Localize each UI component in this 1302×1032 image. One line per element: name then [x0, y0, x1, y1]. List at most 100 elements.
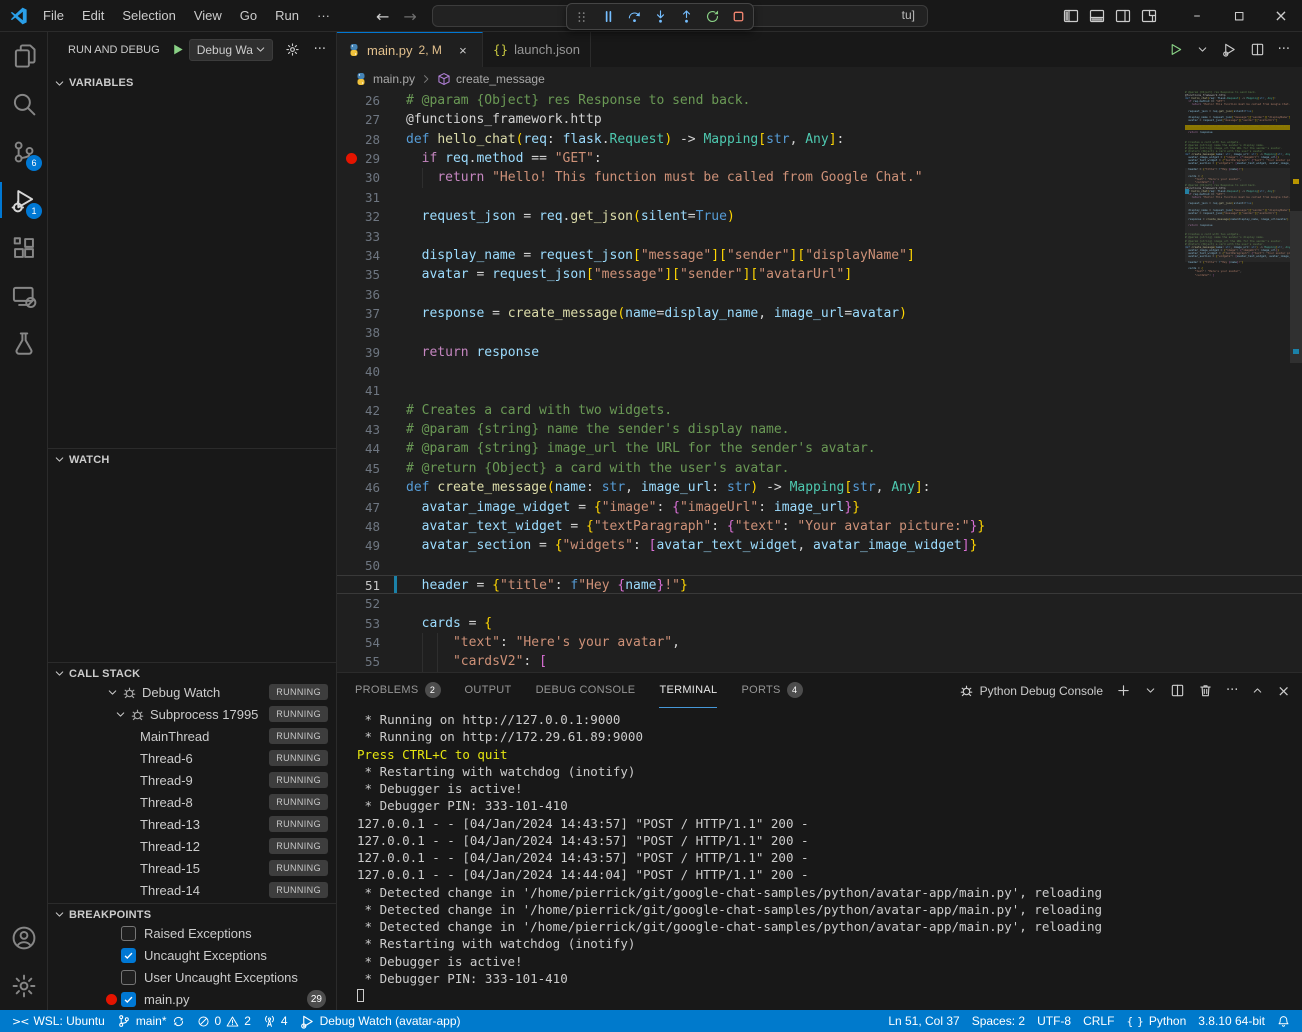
panel-tab-ports[interactable]: PORTS4: [741, 673, 802, 708]
callstack-row[interactable]: Thread-15RUNNING: [48, 857, 336, 879]
tab-launch-json[interactable]: {}launch.json: [483, 32, 591, 67]
callstack-row[interactable]: Subprocess 17995RUNNING: [48, 703, 336, 725]
arrow-right-icon[interactable]: →: [403, 7, 416, 26]
pause-button[interactable]: [596, 5, 620, 28]
tab-main-py[interactable]: main.py2, M×: [337, 32, 483, 67]
code-line-39[interactable]: 39 return response: [337, 343, 1302, 362]
code-line-45[interactable]: 45# @return {Object} a card with the use…: [337, 459, 1302, 478]
plus-icon[interactable]: [1116, 683, 1131, 698]
trash-icon[interactable]: [1198, 683, 1213, 698]
chevron-up-icon[interactable]: [1251, 684, 1264, 697]
callstack-row[interactable]: Thread-6RUNNING: [48, 747, 336, 769]
menu-go[interactable]: Go: [231, 4, 266, 28]
activity-source-control[interactable]: 6: [0, 128, 47, 176]
variables-section-header[interactable]: VARIABLES: [48, 72, 336, 94]
code-line-29[interactable]: 29 if req.method == "GET":: [337, 149, 1302, 168]
window-minimize-button[interactable]: –: [1176, 0, 1218, 32]
callstack-row[interactable]: Thread-14RUNNING: [48, 879, 336, 901]
breakpoint-checkbox[interactable]: [121, 948, 136, 963]
step-into-button[interactable]: [648, 5, 672, 28]
code-line-35[interactable]: 35 avatar = request_json["message"]["sen…: [337, 265, 1302, 284]
menu-selection[interactable]: Selection: [113, 4, 184, 28]
terminal-output[interactable]: * Running on http://127.0.0.1:9000 * Run…: [357, 711, 1288, 1010]
code-line-33[interactable]: 33: [337, 227, 1302, 246]
callstack-row[interactable]: Thread-12RUNNING: [48, 835, 336, 857]
restart-button[interactable]: [700, 5, 724, 28]
activity-debug[interactable]: 1: [0, 176, 47, 224]
code-line-34[interactable]: 34 display_name = request_json["message"…: [337, 246, 1302, 265]
code-line-44[interactable]: 44# @param {string} image_url the URL fo…: [337, 439, 1302, 458]
code-line-43[interactable]: 43# @param {string} name the sender's di…: [337, 420, 1302, 439]
breakpoint-checkbox[interactable]: [121, 970, 136, 985]
status-python[interactable]: { }Python: [1120, 1010, 1192, 1032]
breadcrumb-item[interactable]: create_message: [456, 72, 545, 86]
window-close-button[interactable]: ×: [1260, 0, 1302, 32]
ellipsis-icon[interactable]: ···: [1278, 42, 1290, 57]
status-debug-watch-avatar-app[interactable]: Debug Watch (avatar-app): [294, 1010, 467, 1032]
layout-sidebar-toggle[interactable]: [1058, 0, 1084, 32]
close-x-icon[interactable]: ×: [1277, 682, 1290, 700]
panel-tab-terminal[interactable]: TERMINAL: [659, 673, 717, 708]
code-line-52[interactable]: 52: [337, 594, 1302, 613]
code-line-36[interactable]: 36: [337, 285, 1302, 304]
code-line-53[interactable]: 53 cards = {: [337, 614, 1302, 633]
step-out-button[interactable]: [674, 5, 698, 28]
breakpoint-row[interactable]: Uncaught Exceptions: [48, 944, 336, 966]
layout-panel-toggle[interactable]: [1084, 0, 1110, 32]
callstack-row[interactable]: Thread-13RUNNING: [48, 813, 336, 835]
activity-extensions[interactable]: [0, 224, 47, 272]
code-line-49[interactable]: 49 avatar_section = {"widgets": [avatar_…: [337, 536, 1302, 555]
status-spaces-2[interactable]: Spaces: 2: [966, 1010, 1031, 1032]
code-line-41[interactable]: 41: [337, 381, 1302, 400]
menu-[interactable]: ···: [308, 4, 339, 28]
activity-files[interactable]: [0, 32, 47, 80]
chevron-down-icon[interactable]: [1196, 43, 1209, 56]
menu-edit[interactable]: Edit: [73, 4, 113, 28]
window-maximize-button[interactable]: [1218, 0, 1260, 32]
activity-search[interactable]: [0, 80, 47, 128]
minimap[interactable]: # @param {Object} res Response to send b…: [1185, 91, 1290, 672]
breadcrumb-item[interactable]: main.py: [373, 72, 415, 86]
breadcrumb[interactable]: main.py create_message: [337, 67, 1302, 91]
activity-testing[interactable]: [0, 320, 47, 368]
panel-tab-output[interactable]: OUTPUT: [465, 673, 512, 708]
status-utf-8[interactable]: UTF-8: [1031, 1010, 1077, 1032]
debug-config-dropdown[interactable]: Debug Wa: [189, 39, 273, 61]
code-editor[interactable]: 26# @param {Object} res Response to send…: [337, 91, 1302, 672]
callstack-row[interactable]: Thread-9RUNNING: [48, 769, 336, 791]
grip-button[interactable]: [570, 5, 594, 28]
terminal-session-select[interactable]: Python Debug Console: [959, 683, 1103, 698]
panel-tab-problems[interactable]: PROBLEMS2: [355, 673, 441, 708]
breakpoint-row[interactable]: User Uncaught Exceptions: [48, 966, 336, 988]
code-line-47[interactable]: 47 avatar_image_widget = {"image": {"ima…: [337, 498, 1302, 517]
code-line-30[interactable]: 30 return "Hello! This function must be …: [337, 168, 1302, 187]
code-line-54[interactable]: 54 "text": "Here's your avatar",: [337, 633, 1302, 652]
status-0[interactable]: 02: [191, 1010, 257, 1032]
scrollbar-slider[interactable]: [1290, 211, 1302, 363]
code-line-31[interactable]: 31: [337, 188, 1302, 207]
ellipsis-icon[interactable]: ···: [1226, 683, 1238, 698]
code-line-38[interactable]: 38: [337, 323, 1302, 342]
activity-settings[interactable]: [0, 962, 47, 1010]
code-line-48[interactable]: 48 avatar_text_widget = {"textParagraph"…: [337, 517, 1302, 536]
code-line-51[interactable]: 51 header = {"title": f"Hey {name}!"}: [337, 575, 1302, 594]
debug-alt-icon[interactable]: [1222, 42, 1237, 57]
scrollbar[interactable]: [1290, 91, 1302, 672]
status-bell[interactable]: [1271, 1010, 1296, 1032]
close-tab-icon[interactable]: ×: [454, 41, 472, 59]
activity-remote[interactable]: [0, 272, 47, 320]
code-line-50[interactable]: 50: [337, 556, 1302, 575]
activity-account[interactable]: [0, 914, 47, 962]
code-line-32[interactable]: 32 request_json = req.get_json(silent=Tr…: [337, 207, 1302, 226]
menu-file[interactable]: File: [34, 4, 73, 28]
status-ln-51-col-37[interactable]: Ln 51, Col 37: [882, 1010, 965, 1032]
status-4[interactable]: 4: [257, 1010, 294, 1032]
start-debug-button[interactable]: [170, 42, 185, 57]
code-line-27[interactable]: 27@functions_framework.http: [337, 110, 1302, 129]
menu-view[interactable]: View: [185, 4, 231, 28]
panel-tab-debug-console[interactable]: DEBUG CONSOLE: [536, 673, 636, 708]
watch-section-header[interactable]: WATCH: [48, 448, 336, 470]
callstack-row[interactable]: MainThreadRUNNING: [48, 725, 336, 747]
code-line-28[interactable]: 28def hello_chat(req: flask.Request) -> …: [337, 130, 1302, 149]
callstack-row[interactable]: Debug WatchRUNNING: [48, 681, 336, 703]
